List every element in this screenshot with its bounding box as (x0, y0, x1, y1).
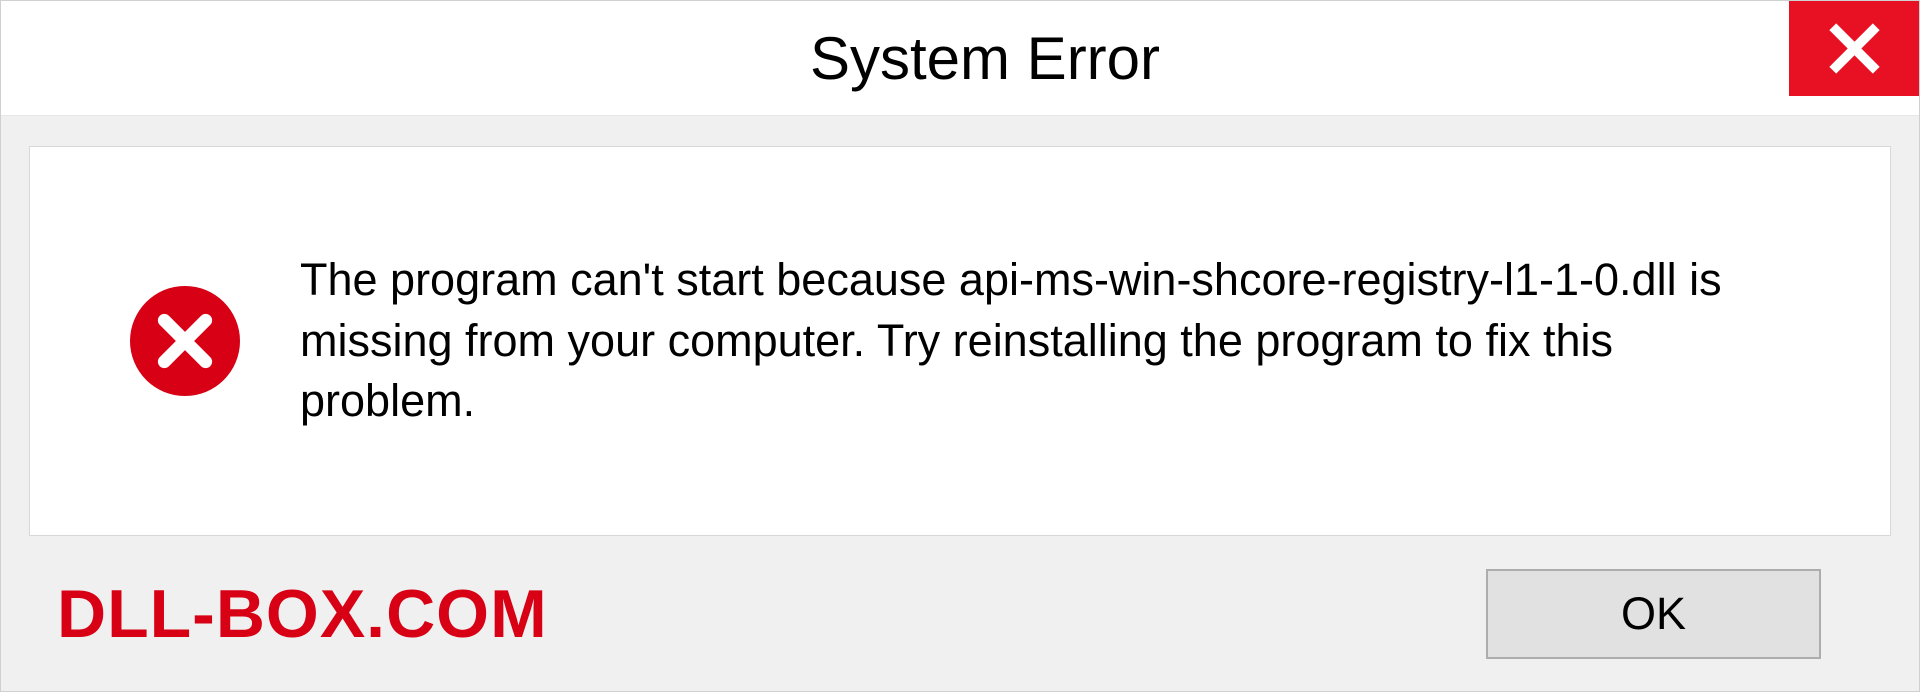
message-panel: The program can't start because api-ms-w… (29, 146, 1891, 536)
error-dialog-window: System Error The program can't start bec… (0, 0, 1920, 692)
error-icon-wrap (130, 286, 240, 396)
error-icon (130, 286, 240, 396)
close-button[interactable] (1789, 1, 1919, 96)
ok-button-label: OK (1621, 588, 1686, 640)
watermark-text: DLL-BOX.COM (57, 575, 548, 653)
ok-button[interactable]: OK (1486, 569, 1821, 659)
content-area: The program can't start because api-ms-w… (1, 116, 1919, 691)
error-message: The program can't start because api-ms-w… (300, 250, 1800, 432)
window-title: System Error (810, 24, 1160, 93)
close-icon (1827, 21, 1882, 76)
dialog-footer: DLL-BOX.COM OK (29, 536, 1891, 691)
titlebar: System Error (1, 1, 1919, 116)
